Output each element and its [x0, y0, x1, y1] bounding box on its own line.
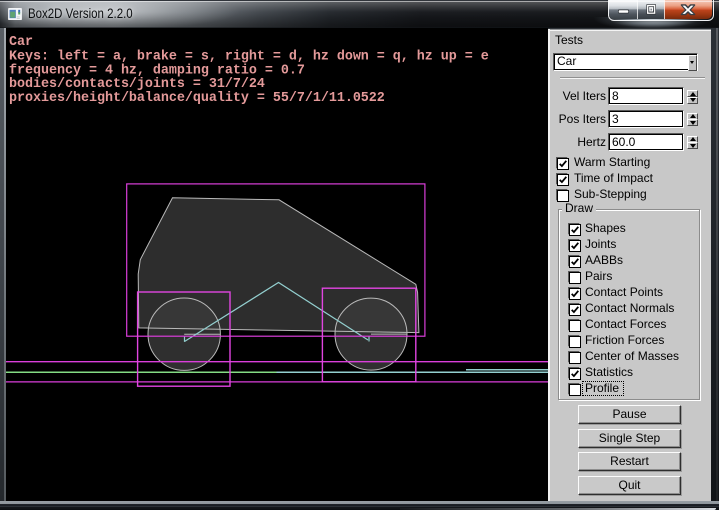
svg-text:Car: Car	[9, 35, 33, 50]
svg-text:bodies/contacts/joints = 31/7/: bodies/contacts/joints = 31/7/24	[9, 77, 265, 92]
svg-text:Keys: left = a, brake = s, rig: Keys: left = a, brake = s, right = d, hz…	[9, 49, 489, 64]
svg-text:proxies/height/balance/quality: proxies/height/balance/quality = 55/7/1/…	[9, 91, 385, 106]
